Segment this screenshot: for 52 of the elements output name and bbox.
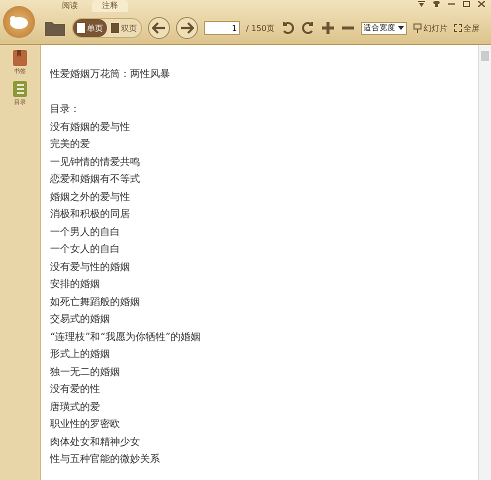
caret-icon — [398, 26, 404, 30]
slideshow-button[interactable]: 幻灯片 — [412, 22, 448, 34]
right-arrow-icon — [180, 22, 194, 34]
toc-entry: “连理枝”和“我愿为你牺牲”的婚姻 — [50, 330, 202, 344]
page-icon — [77, 23, 85, 33]
view-mode-button[interactable]: 单页 — [73, 19, 107, 37]
fullscreen-button[interactable]: 全屏 — [454, 22, 480, 34]
toc-entry: 恋爱和婚姻有不等式 — [50, 172, 141, 187]
maximize-icon[interactable] — [463, 1, 470, 7]
back-button[interactable] — [148, 17, 170, 39]
document-title: 性爱婚姻万花筒：两性风暴 — [50, 68, 171, 82]
rotate-left-icon[interactable] — [280, 21, 295, 35]
toc-entry: 一个男人的自白 — [50, 226, 121, 240]
tab[interactable]: 阅读 — [52, 0, 88, 12]
zoom-in-icon[interactable] — [320, 21, 335, 35]
forward-button[interactable] — [176, 17, 198, 39]
toc-entry: 消极和积极的同居 — [50, 208, 131, 222]
toc-entry: 如死亡舞蹈般的婚姻 — [50, 296, 141, 310]
toc-entry: 肉体处女和精神少女 — [50, 436, 141, 450]
toc-entry: 性与五种官能的微妙关系 — [50, 452, 161, 467]
left-arrow-icon — [152, 22, 166, 34]
toc-entry: 职业性的罗密欧 — [50, 418, 121, 432]
toc-entry: 没有爱与性的婚姻 — [50, 260, 131, 274]
toc-entry: 没有爱的性 — [50, 382, 101, 397]
toc-entry: 完美的爱 — [50, 138, 91, 152]
list-icon — [12, 80, 28, 98]
view-mode-button[interactable]: 双页 — [107, 19, 141, 37]
minimize-icon[interactable] — [448, 1, 455, 7]
page-total: / 150页 — [246, 22, 275, 34]
toc-entry: 安排的婚姻 — [50, 278, 101, 292]
page-number-field[interactable]: 1 — [204, 21, 240, 35]
app-logo[interactable] — [3, 6, 35, 38]
rotate-right-icon[interactable] — [300, 21, 315, 35]
toc-entry: 交易式的婚姻 — [50, 312, 111, 327]
tab[interactable]: 注释 — [92, 0, 128, 12]
fullscreen-icon — [454, 24, 462, 32]
toc-entry: 一个女人的自白 — [50, 243, 121, 257]
toc-entry: 没有婚姻的爱与性 — [50, 120, 131, 134]
toc-entry: 形式上的婚姻 — [50, 348, 111, 362]
toc-heading: 目录： — [50, 103, 81, 117]
page-icon — [111, 23, 119, 33]
close-icon[interactable] — [478, 1, 485, 7]
toc-entry: 独一无二的婚姻 — [50, 366, 121, 380]
toc-entry: 一见钟情的情爱共鸣 — [50, 156, 141, 170]
folder-icon[interactable] — [44, 19, 66, 37]
shirt-icon[interactable] — [433, 1, 440, 7]
toc-entry: 婚姻之外的爱与性 — [50, 190, 131, 204]
scrollbar[interactable] — [478, 45, 491, 480]
book-icon — [12, 49, 28, 67]
pin-icon[interactable] — [418, 1, 425, 7]
projector-screen-icon — [412, 23, 422, 33]
toc-entry: 唐璜式的爱 — [50, 400, 101, 414]
